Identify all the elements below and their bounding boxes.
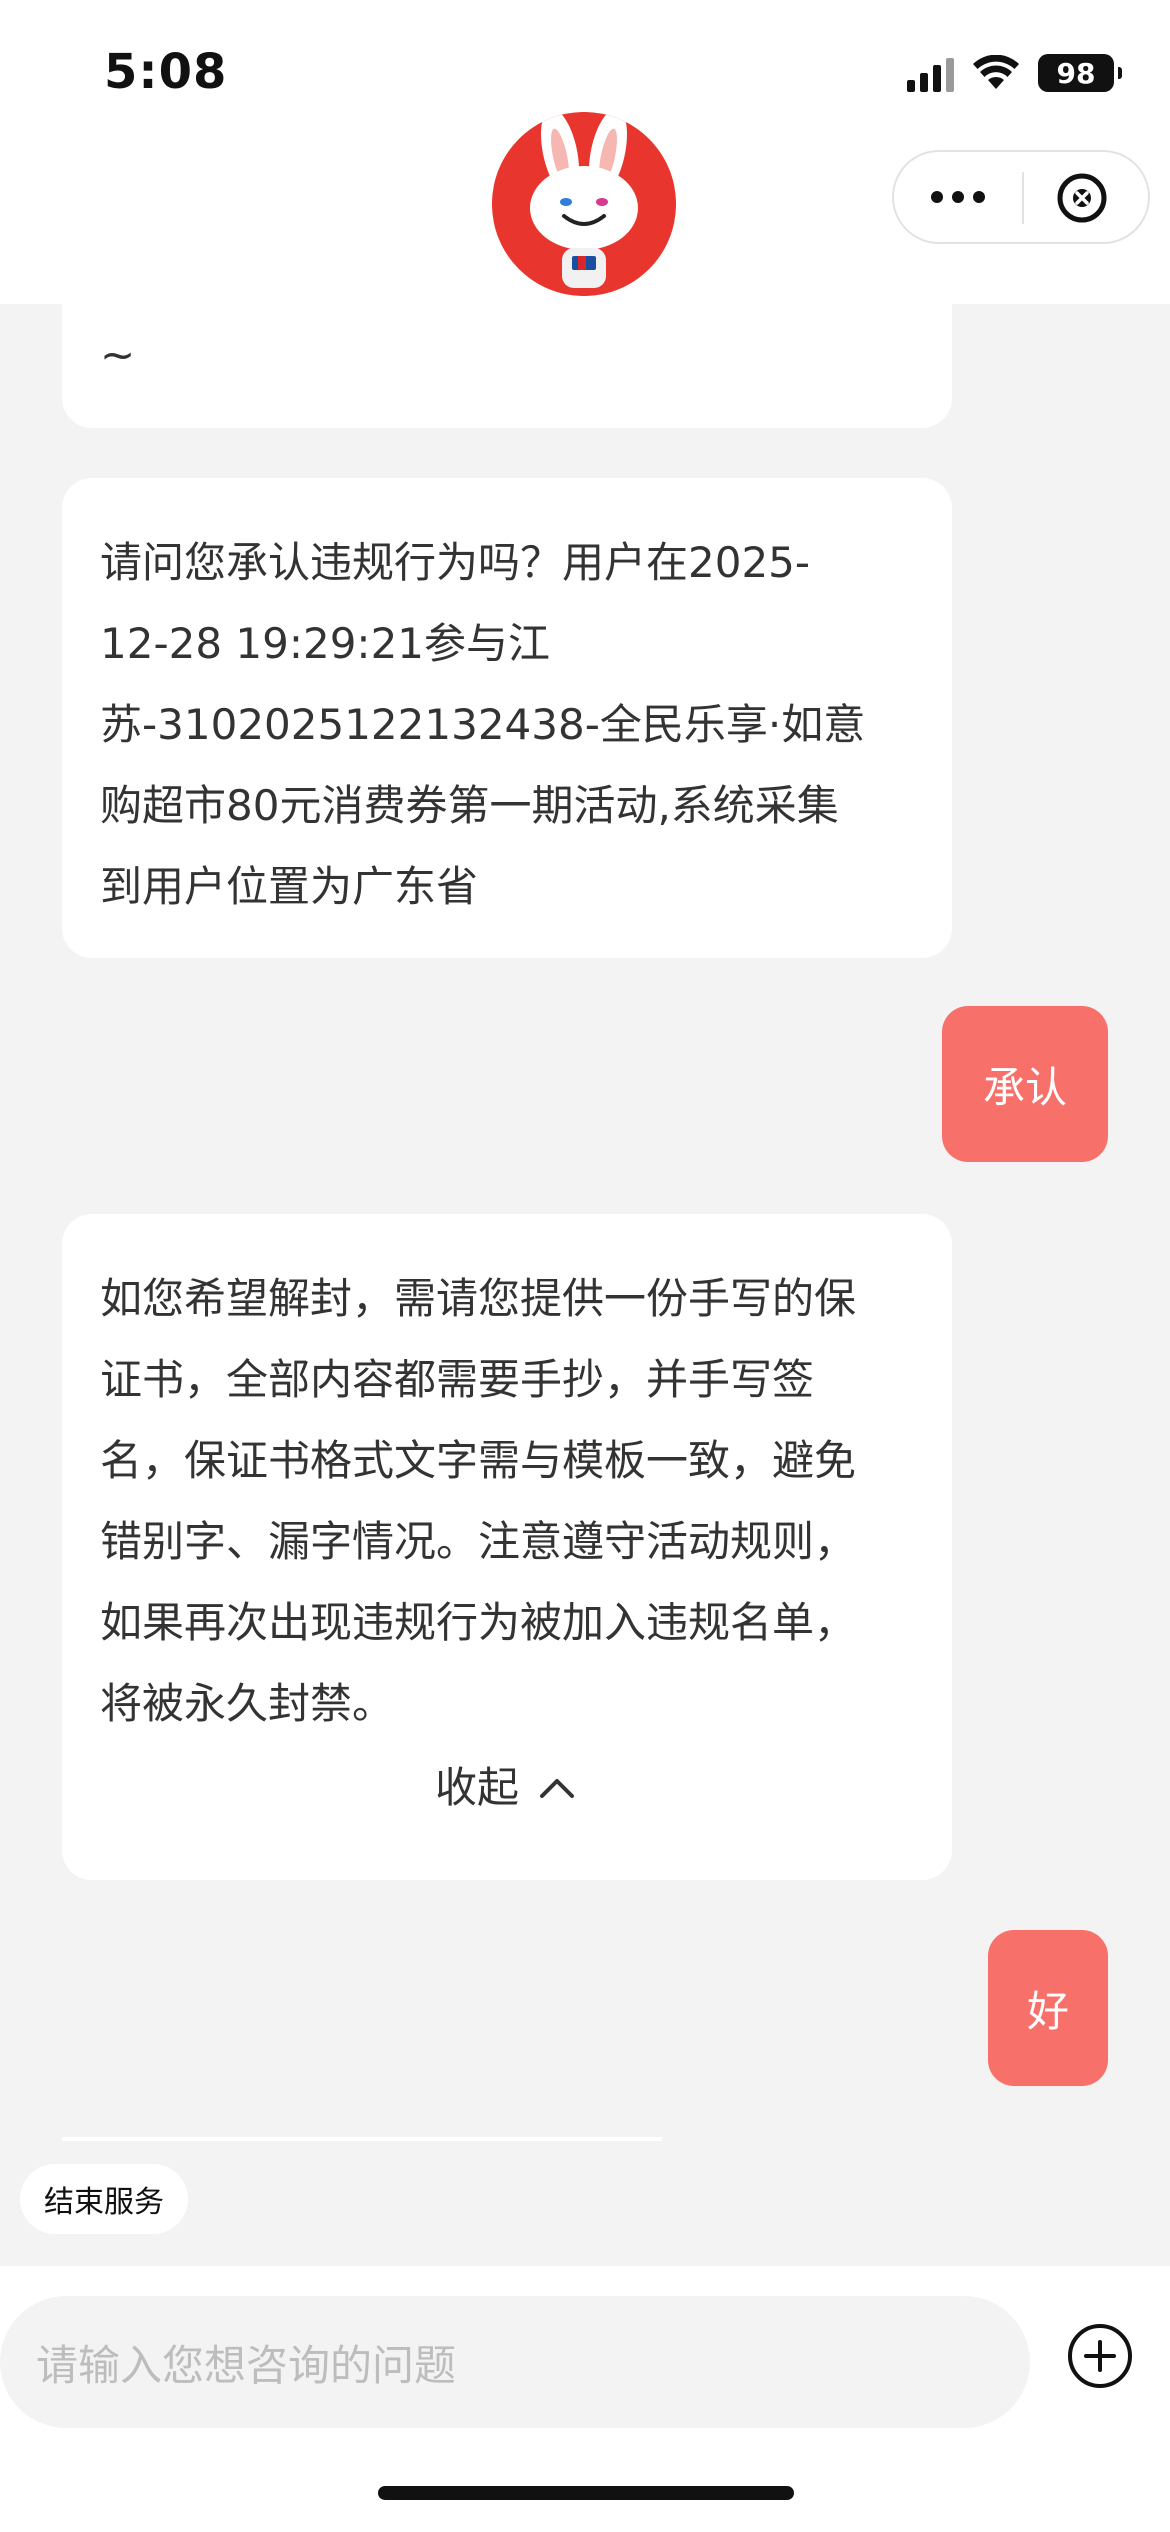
- collapse-label: 收起: [434, 1763, 519, 1812]
- close-circle-icon[interactable]: [1054, 170, 1110, 226]
- question-input[interactable]: 请输入您想咨询的问题: [0, 2296, 1030, 2428]
- message-line: 12-28 19:29:21参与江: [100, 619, 551, 668]
- message-line: 将被永久封禁。: [100, 1679, 395, 1728]
- chevron-up-icon: [540, 1779, 574, 1798]
- chat-area: ~ 请问您承认违规行为吗？用户在2025- 12-28 19:29:21参与江 …: [0, 304, 1170, 2266]
- divider-line: [62, 2137, 662, 2141]
- rabbit-mascot-avatar: [492, 112, 676, 296]
- message-text: ~: [100, 330, 136, 379]
- user-message: 承认: [942, 1006, 1108, 1162]
- bot-message: 如您希望解封，需请您提供一份手写的保 证书，全部内容都需要手抄，并手写签 名，保…: [62, 1214, 952, 1880]
- status-icons: 98: [907, 50, 1122, 96]
- user-message: 好: [988, 1930, 1108, 2086]
- end-service-button[interactable]: 结束服务: [20, 2164, 188, 2234]
- cellular-signal-icon: [907, 54, 954, 92]
- top-bar: 5:08 98: [0, 0, 1170, 304]
- message-line: 名，保证书格式文字需与模板一致，避免: [100, 1436, 857, 1485]
- wifi-icon: [973, 55, 1019, 89]
- message-text: 承认: [982, 1062, 1067, 1112]
- message-line: 错别字、漏字情况。注意遵守活动规则，: [100, 1517, 857, 1566]
- battery-indicator: 98: [1038, 54, 1122, 92]
- message-line: 到用户位置为广东省: [100, 862, 479, 911]
- collapse-button[interactable]: 收起: [100, 1758, 912, 1818]
- status-time: 5:08: [104, 44, 228, 100]
- message-line: 证书，全部内容都需要手抄，并手写签: [100, 1355, 815, 1404]
- message-line: 苏-3102025122132438-全民乐享·如意: [100, 700, 866, 749]
- message-line: 请问您承认违规行为吗？用户在2025-: [100, 538, 811, 587]
- bot-message: ~: [62, 304, 952, 428]
- capsule-divider: [1022, 172, 1024, 224]
- home-indicator: [378, 2486, 794, 2500]
- message-text: 好: [1026, 1986, 1069, 2036]
- plus-circle-icon[interactable]: [1066, 2322, 1134, 2390]
- message-line: 如果再次出现违规行为被加入违规名单，: [100, 1598, 857, 1647]
- message-line: 购超市80元消费券第一期活动,系统采集: [100, 781, 839, 830]
- bot-message: 请问您承认违规行为吗？用户在2025- 12-28 19:29:21参与江 苏-…: [62, 478, 952, 958]
- more-dots-icon[interactable]: [894, 152, 1022, 242]
- message-line: 如您希望解封，需请您提供一份手写的保: [100, 1274, 857, 1323]
- mini-program-capsule: [892, 150, 1150, 244]
